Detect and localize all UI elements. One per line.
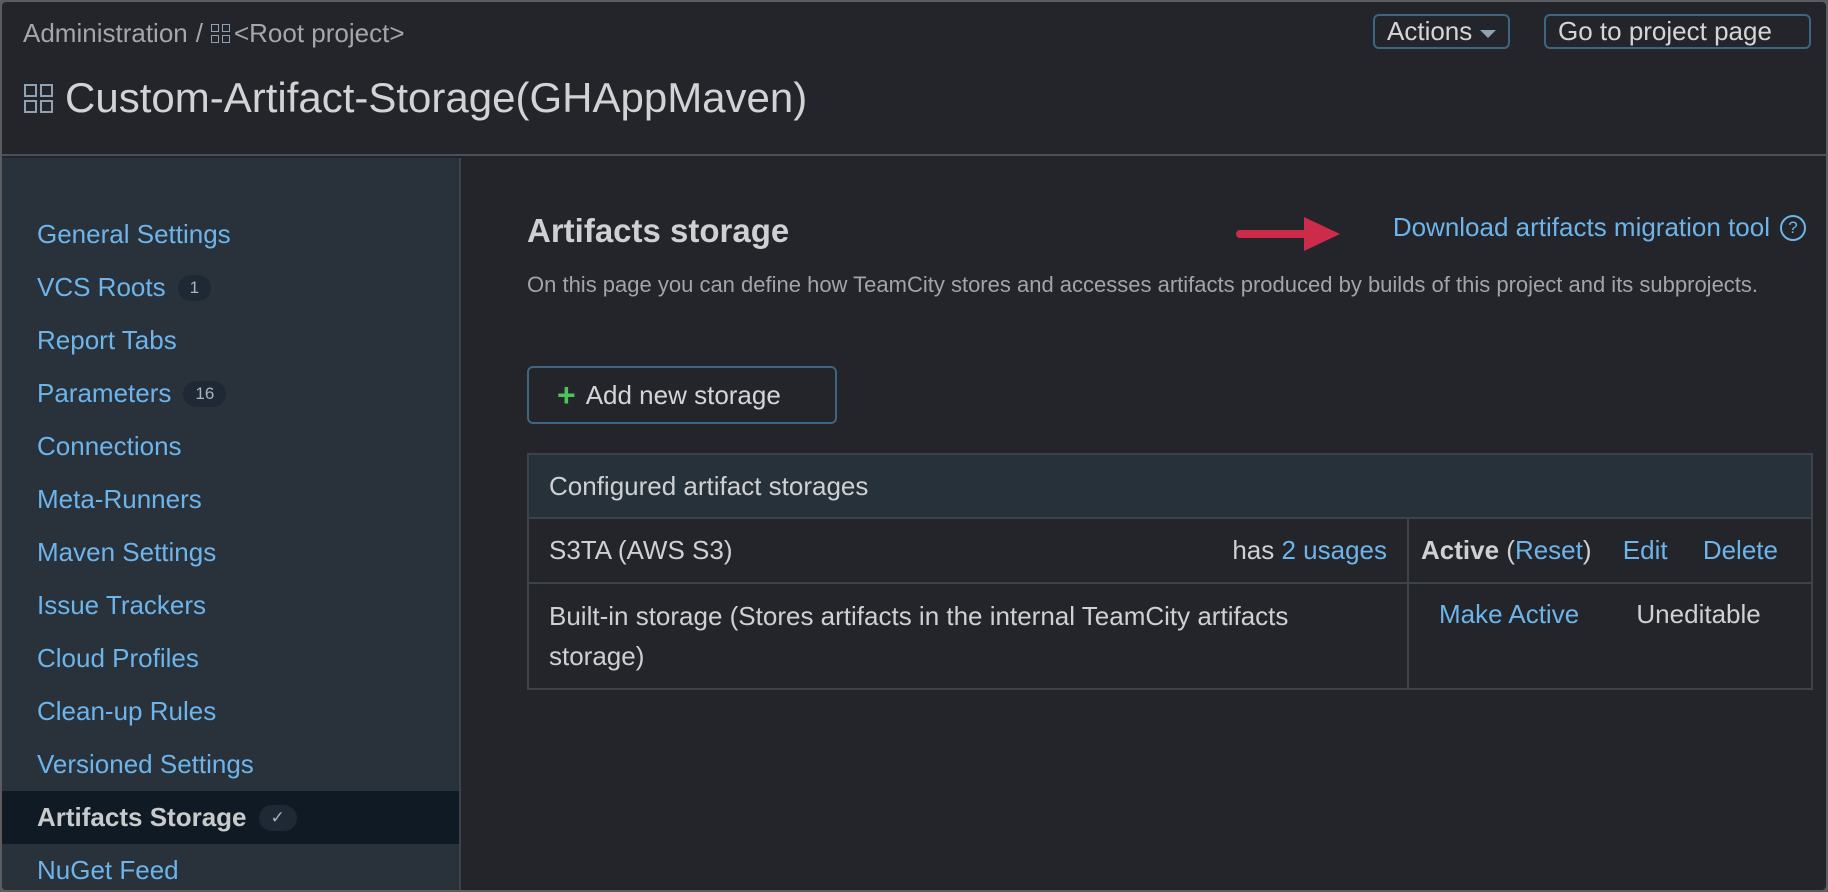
actions-cell: Active (Reset) Edit Delete [1407,517,1813,584]
actions-button[interactable]: Actions [1373,14,1511,49]
label: Cloud Profiles [37,643,199,673]
label: Issue Trackers [37,590,207,620]
page-header: Administration / <Root project> Custom-A… [2,2,1826,156]
label: Parameters [37,378,172,408]
sidebar-item-versioned-settings[interactable]: Versioned Settings [2,738,459,791]
actions-cell: Make Active Uneditable [1407,582,1813,690]
breadcrumb-root-project[interactable]: <Root project> [234,18,405,49]
go-to-project-button[interactable]: Go to project page [1544,14,1811,49]
edit-link[interactable]: Edit [1623,535,1668,565]
project-icon [24,83,53,113]
label: General Settings [37,219,231,249]
label: Clean-up Rules [37,696,217,726]
paren: ) [1582,535,1592,565]
sidebar-item-vcs-roots[interactable]: VCS Roots 1 [2,261,459,314]
sidebar-item-meta-runners[interactable]: Meta-Runners [2,473,459,526]
help-icon[interactable]: ? [1780,214,1806,241]
add-new-storage-button[interactable]: + Add new storage [527,366,837,424]
table-header: Configured artifact storages [527,453,1813,519]
storage-name: Built-in storage (Stores artifacts in th… [527,582,1409,690]
page-title: Custom-Artifact-Storage(GHAppMaven) [24,74,807,122]
sidebar-item-parameters[interactable]: Parameters 16 [2,367,459,420]
label: Connections [37,431,182,461]
breadcrumb-separator: / [195,18,203,48]
storage-name: S3TA (AWS S3) [527,517,1048,584]
count-badge: 16 [183,380,227,407]
label: Maven Settings [37,537,217,567]
breadcrumb: Administration / <Root project> [23,18,405,49]
app-window: Administration / <Root project> Custom-A… [2,2,1826,890]
sidebar-item-cloud-profiles[interactable]: Cloud Profiles [2,632,459,685]
sidebar-item-clean-up-rules[interactable]: Clean-up Rules [2,685,459,738]
sidebar: General Settings VCS Roots 1 Report Tabs … [2,158,461,890]
sidebar-item-issue-trackers[interactable]: Issue Trackers [2,579,459,632]
section-heading: Artifacts storage [527,212,790,249]
delete-link[interactable]: Delete [1703,535,1778,565]
check-icon: ✓ [258,804,297,831]
label: Meta-Runners [37,484,202,514]
page-title-text: Custom-Artifact-Storage(GHAppMaven) [65,74,808,121]
usages-cell: has 2 usages [1048,517,1409,584]
project-icon [210,24,230,43]
reset-link[interactable]: Reset [1515,535,1583,565]
table-row: Built-in storage (Stores artifacts in th… [527,582,1813,690]
label: Artifacts Storage [37,802,247,832]
main-content: Artifacts storage Download artifacts mig… [461,158,1826,890]
sidebar-item-general-settings[interactable]: General Settings [2,208,459,261]
chevron-down-icon [1480,29,1497,38]
plus-icon: + [557,376,576,413]
label: VCS Roots [37,272,166,302]
breadcrumb-administration[interactable]: Administration [23,18,188,49]
count-badge: 1 [177,274,212,301]
label: NuGet Feed [37,855,179,885]
usages-prefix: has [1232,535,1275,565]
sidebar-item-connections[interactable]: Connections [2,420,459,473]
label: Versioned Settings [37,749,254,779]
paren: ( [1499,535,1515,565]
usages-link[interactable]: 2 usages [1281,535,1387,565]
storages-table: Configured artifact storages S3TA (AWS S… [527,453,1813,690]
arrow-annotation-icon [1236,217,1340,251]
download-migration-tool: Download artifacts migration tool ? [1393,212,1806,243]
sidebar-item-nuget-feed[interactable]: NuGet Feed [2,844,459,890]
section-description: On this page you can define how TeamCity… [527,272,1759,297]
add-new-storage-label: Add new storage [585,379,781,410]
active-status: Active [1421,535,1500,565]
sidebar-item-report-tabs[interactable]: Report Tabs [2,314,459,367]
label: Report Tabs [37,325,177,355]
uneditable-label: Uneditable [1636,599,1761,629]
make-active-link[interactable]: Make Active [1439,599,1579,629]
download-migration-tool-link[interactable]: Download artifacts migration tool [1393,212,1770,243]
go-to-project-label: Go to project page [1558,16,1772,46]
sidebar-item-artifacts-storage[interactable]: Artifacts Storage ✓ [2,791,459,844]
sidebar-item-maven-settings[interactable]: Maven Settings [2,526,459,579]
actions-label: Actions [1387,16,1473,46]
table-row: S3TA (AWS S3) has 2 usages Active (Reset… [527,517,1813,584]
